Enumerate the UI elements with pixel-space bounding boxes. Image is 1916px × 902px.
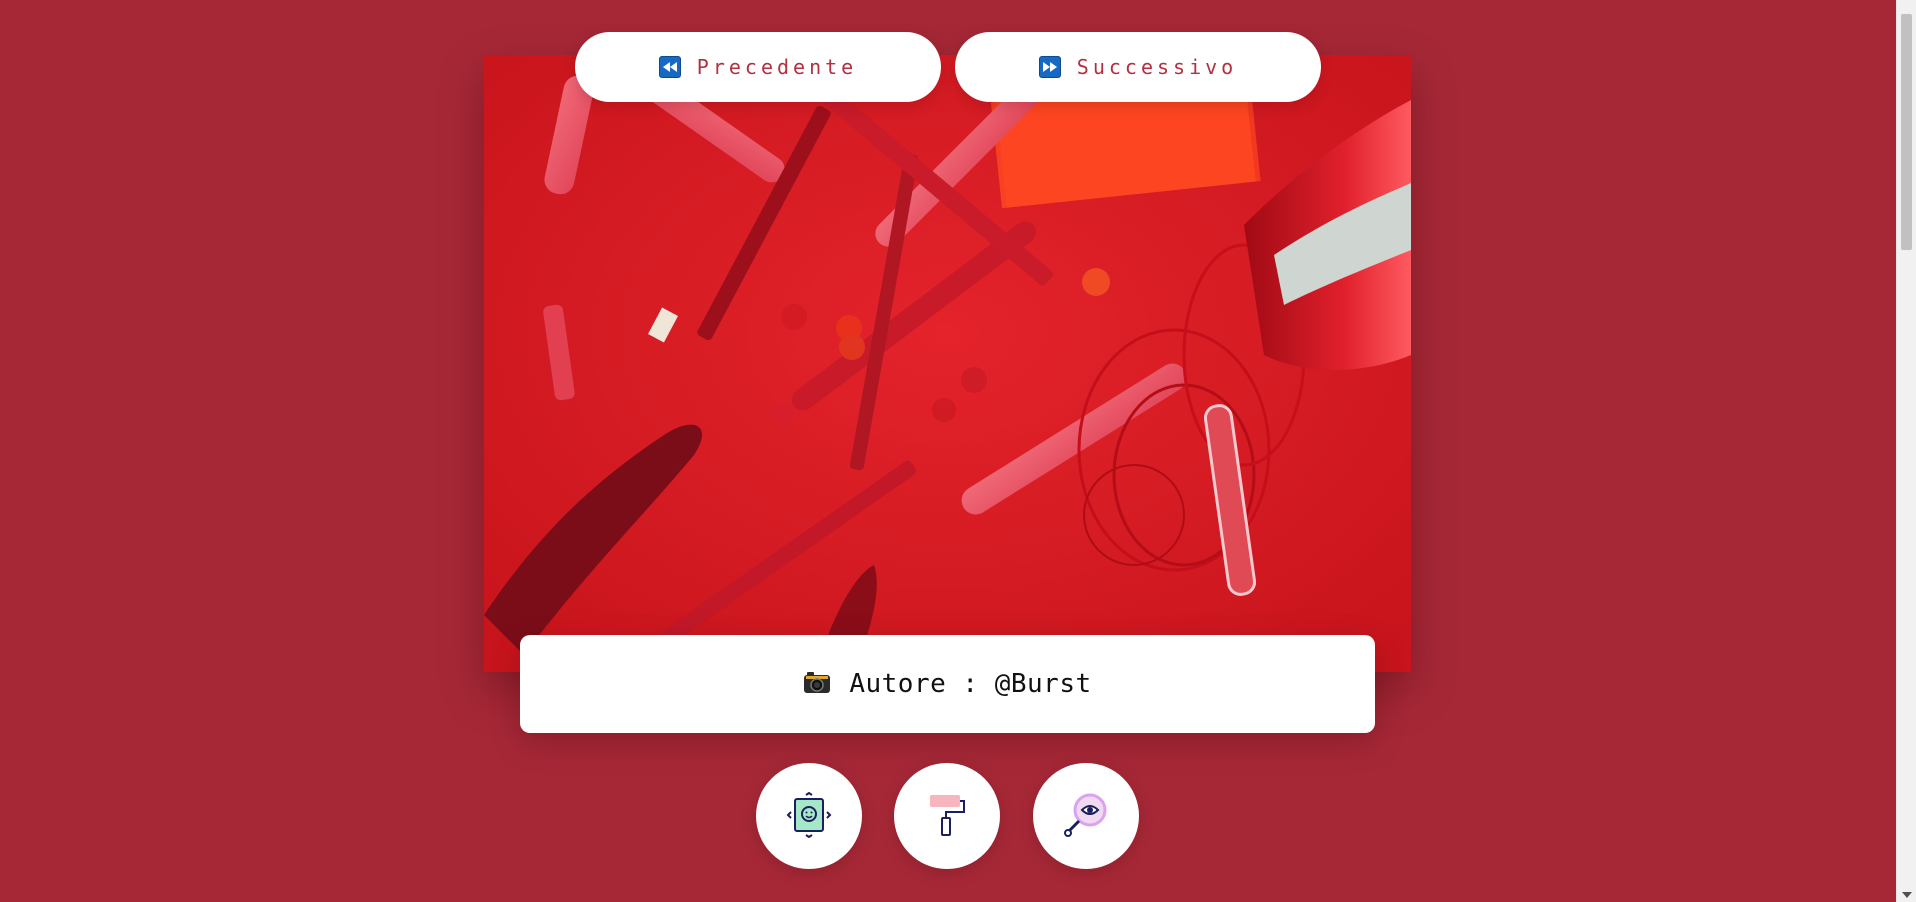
previous-button[interactable]: Precedente <box>575 32 941 102</box>
inspect-button[interactable] <box>1033 763 1139 869</box>
face-frame-icon <box>786 791 832 841</box>
fast-forward-icon <box>1038 56 1061 78</box>
gallery-photo <box>484 55 1411 672</box>
next-button-label: Successivo <box>1076 55 1238 79</box>
face-frame-button[interactable] <box>756 763 862 869</box>
camera-icon <box>803 670 831 698</box>
scrollbar-thumb[interactable] <box>1901 14 1912 250</box>
author-credit-card: Autore : @Burst <box>520 635 1375 733</box>
paint-roller-icon <box>924 792 970 841</box>
magnifier-eye-icon <box>1063 792 1109 841</box>
photo-image <box>484 55 1411 672</box>
next-button[interactable]: Successivo <box>955 32 1321 102</box>
vertical-scrollbar[interactable] <box>1896 0 1916 902</box>
author-credit-text: Autore : @Burst <box>849 669 1092 699</box>
scroll-down-arrow-icon[interactable] <box>1902 892 1912 898</box>
paint-roller-button[interactable] <box>894 763 1000 869</box>
rewind-icon <box>658 56 681 78</box>
gallery-page: Precedente Successivo Autore : @Burst <box>0 0 1916 902</box>
previous-button-label: Precedente <box>696 55 858 79</box>
